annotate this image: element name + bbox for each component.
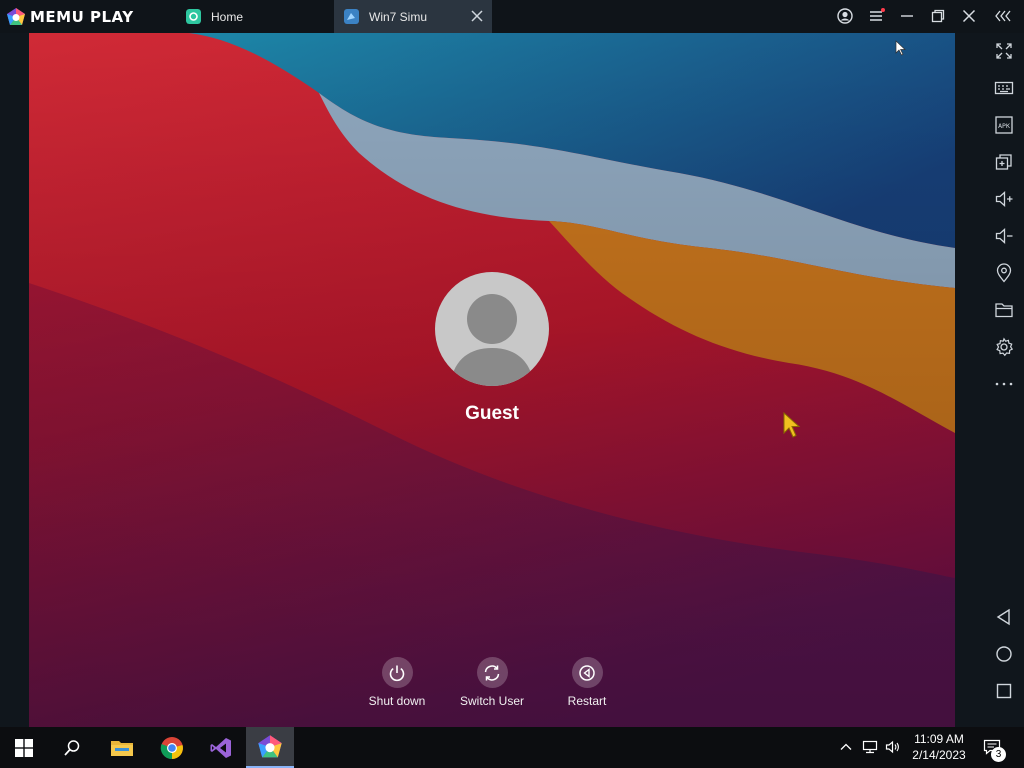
memu-logo-text: MEMU PLAY	[30, 7, 134, 26]
volume-icon[interactable]	[885, 739, 901, 755]
shut-down-label: Shut down	[368, 694, 426, 708]
recents-icon[interactable]	[994, 681, 1014, 701]
windows-taskbar: 11:09 AM 2/14/2023 3	[0, 727, 1024, 768]
fullscreen-icon[interactable]	[994, 41, 1014, 61]
switch-user-icon-circle	[476, 657, 508, 688]
apk-icon[interactable]: APK	[994, 115, 1014, 135]
start-button[interactable]	[0, 727, 48, 768]
chrome-button[interactable]	[148, 727, 196, 768]
home-icon[interactable]	[994, 644, 1014, 664]
memu-logo-icon	[7, 7, 25, 25]
location-icon[interactable]	[994, 263, 1014, 283]
multi-instance-icon[interactable]	[994, 152, 1014, 172]
close-icon[interactable]	[960, 7, 978, 25]
power-icon-circle	[381, 657, 413, 688]
power-icon	[389, 665, 405, 681]
system-clock[interactable]: 11:09 AM 2/14/2023	[905, 731, 973, 763]
folder-icon[interactable]	[994, 300, 1014, 320]
tab-home-label: Home	[211, 9, 244, 24]
visual-studio-icon	[210, 737, 231, 758]
emulator-screen[interactable]: Guest Shut down Switch User Restart	[29, 33, 955, 727]
tab-win7-simu[interactable]: Win7 Simu	[334, 0, 492, 33]
mouse-pointer-icon	[895, 40, 906, 56]
title-bar: MEMU PLAY Home Win7 Simu	[0, 0, 1024, 33]
search-button[interactable]	[48, 727, 96, 768]
restart-button[interactable]: Restart	[537, 657, 637, 708]
tab-close-icon[interactable]	[470, 9, 484, 23]
network-icon[interactable]	[862, 739, 878, 755]
volume-down-icon[interactable]	[994, 226, 1014, 246]
memu-taskbar-button[interactable]	[246, 727, 294, 768]
more-icon[interactable]	[994, 374, 1014, 394]
keyboard-icon[interactable]	[994, 78, 1014, 98]
switch-user-button[interactable]: Switch User	[442, 657, 542, 708]
switch-user-label: Switch User	[459, 694, 524, 708]
avatar-person-icon	[450, 294, 534, 386]
file-explorer-button[interactable]	[98, 727, 146, 768]
search-icon	[64, 739, 80, 756]
chrome-icon	[160, 736, 183, 759]
file-explorer-icon	[111, 740, 133, 756]
switch-user-icon	[484, 664, 500, 681]
memu-icon	[258, 734, 282, 757]
gold-cursor-icon	[783, 411, 801, 438]
restart-label: Restart	[567, 694, 607, 708]
clock-date: 2/14/2023	[912, 748, 966, 762]
volume-up-icon[interactable]	[994, 189, 1014, 209]
shut-down-button[interactable]: Shut down	[347, 657, 447, 708]
collapse-sidebar-icon[interactable]	[994, 7, 1012, 25]
show-hidden-icons-icon[interactable]	[838, 739, 854, 755]
restore-icon[interactable]	[929, 7, 947, 25]
menu-icon[interactable]	[867, 7, 885, 25]
back-icon[interactable]	[994, 607, 1014, 627]
windows-logo-icon	[15, 738, 33, 757]
tab-home[interactable]: Home	[178, 0, 328, 33]
clock-time: 11:09 AM	[914, 732, 964, 746]
memu-logo: MEMU PLAY	[6, 6, 134, 27]
tab-win7-label: Win7 Simu	[369, 9, 428, 24]
notification-count-badge: 3	[991, 747, 1006, 762]
home-tab-icon	[186, 9, 201, 24]
visual-studio-button[interactable]	[197, 727, 245, 768]
right-border	[955, 33, 985, 727]
emulator-sidebar: APK	[985, 33, 1024, 727]
username-label: Guest	[465, 403, 519, 424]
settings-icon[interactable]	[994, 337, 1014, 357]
win7-tab-icon	[344, 9, 359, 24]
restart-icon	[579, 664, 595, 681]
user-avatar[interactable]	[435, 272, 549, 386]
minimize-icon[interactable]	[898, 7, 916, 25]
restart-icon-circle	[571, 657, 603, 688]
account-icon[interactable]	[836, 7, 854, 25]
left-border	[0, 33, 29, 727]
apk-icon-text: APK	[998, 122, 1010, 130]
